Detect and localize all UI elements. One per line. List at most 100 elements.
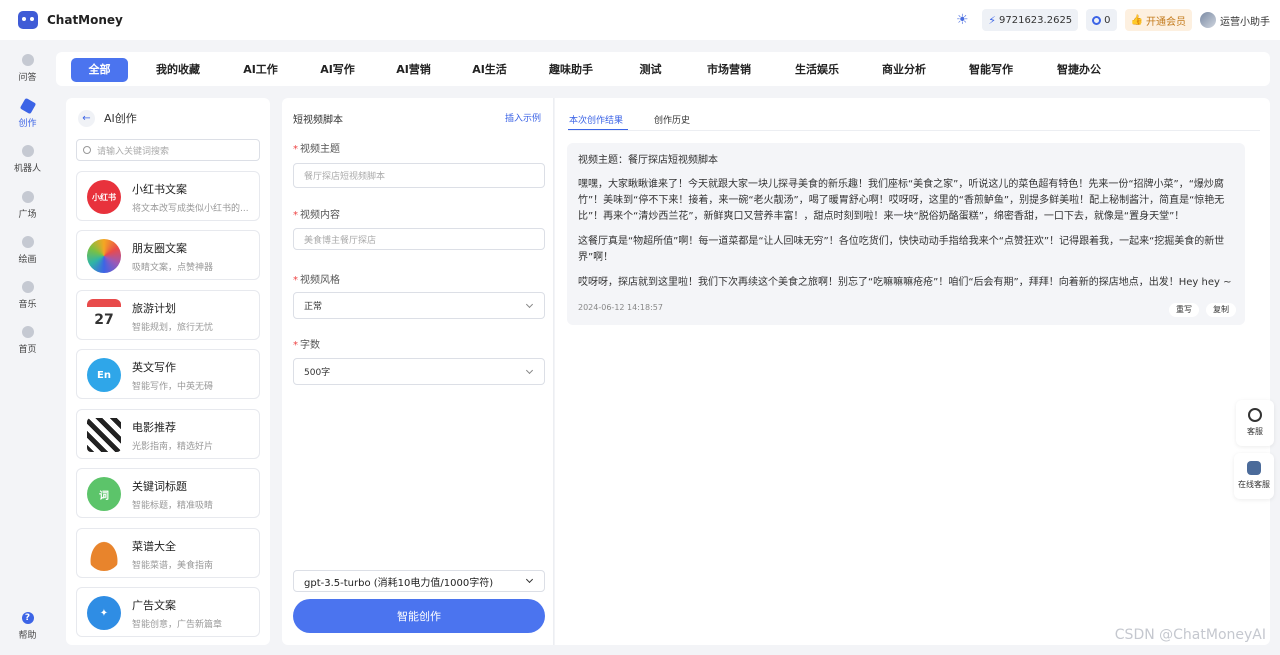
nav-label: 音乐 <box>18 300 37 310</box>
style-select[interactable]: 正常 <box>293 292 545 319</box>
theme-toggle-icon[interactable]: ☀ <box>950 9 974 31</box>
tab-ai-marketing[interactable]: AI营销 <box>386 58 441 82</box>
nav-item-music[interactable]: 音乐 <box>0 281 55 310</box>
card-travel[interactable]: 27 旅游计划 智能规划，旅行无忧 <box>76 290 260 340</box>
card-desc: 智能写作，中英无碍 <box>132 382 214 392</box>
search-input[interactable]: 请输入关键词搜索 <box>76 139 260 161</box>
bolt-icon: ⚡ <box>988 13 996 27</box>
result-card: 视频主题：餐厅探店短视频脚本 嘿嘿，大家瞅瞅谁来了！今天就跟大家一块儿探寻美食的… <box>567 143 1245 325</box>
active-tab-indicator <box>568 129 628 130</box>
result-topic: 视频主题：餐厅探店短视频脚本 <box>578 155 718 166</box>
count-chip[interactable]: 0 <box>1086 9 1117 31</box>
card-moments[interactable]: 朋友圈文案 吸睛文案，点赞神器 <box>76 230 260 280</box>
search-placeholder: 请输入关键词搜索 <box>97 146 170 157</box>
result-paragraph: 嘿嘿，大家瞅瞅谁来了！今天就跟大家一块儿探寻美食的新乐趣！我们座标“美食之家”，… <box>578 179 1225 222</box>
user-name: 运营小助手 <box>1220 16 1270 28</box>
app-logo[interactable]: ChatMoney <box>18 11 123 29</box>
rewrite-button[interactable]: 重写 <box>1169 303 1199 317</box>
card-desc: 吸睛文案，点赞神器 <box>132 263 214 273</box>
chevron-down-icon <box>525 366 534 375</box>
online-service-label: 在线客服 <box>1238 480 1270 489</box>
card-movie[interactable]: 电影推荐 光影指南，精选好片 <box>76 409 260 459</box>
card-title: 菜谱大全 <box>132 540 176 553</box>
field-label-topic: * 视频主题 <box>293 144 340 155</box>
tab-ai-writing[interactable]: AI写作 <box>310 58 365 82</box>
chat-icon <box>21 54 34 66</box>
tab-all[interactable]: 全部 <box>71 58 128 82</box>
tab-business[interactable]: 商业分析 <box>874 58 934 82</box>
tab-history[interactable]: 创作历史 <box>654 113 690 126</box>
en-icon: En <box>87 358 121 392</box>
service-widget[interactable]: 客服 <box>1236 400 1274 446</box>
nav-label: 问答 <box>18 73 37 83</box>
camera-aperture-icon <box>87 239 121 273</box>
card-recipe[interactable]: 菜谱大全 智能菜谱，美食指南 <box>76 528 260 578</box>
headset-icon <box>1248 408 1262 422</box>
xiaohongshu-icon: 小红书 <box>87 180 121 214</box>
result-paragraph: 哎呀呀，探店就到这里啦！我们下次再续这个美食之旅啊！别忘了“吃嘛嘛嘛疮疮”！咱们… <box>578 277 1232 288</box>
card-xiaohongshu[interactable]: 小红书 小红书文案 将文本改写成类似小红书的... <box>76 171 260 221</box>
tab-ai-life[interactable]: AI生活 <box>462 58 517 82</box>
card-title: 小红书文案 <box>132 183 187 196</box>
card-ad-copy[interactable]: ✦ 广告文案 智能创意，广告新篇章 <box>76 587 260 637</box>
logo-icon <box>18 11 38 29</box>
select-value: 正常 <box>304 302 323 312</box>
label-text: 视频风格 <box>300 275 340 286</box>
model-select[interactable]: gpt-3.5-turbo (消耗10电力值/1000字符) <box>293 570 545 592</box>
count-value: 0 <box>1104 14 1111 26</box>
search-icon <box>83 146 91 154</box>
tab-market[interactable]: 市场营销 <box>699 58 759 82</box>
tab-smart-writing[interactable]: 智能写作 <box>961 58 1021 82</box>
panel-title: AI创作 <box>104 112 137 125</box>
nav-item-qa[interactable]: 问答 <box>0 54 55 83</box>
nav-label: 创作 <box>18 119 37 129</box>
tab-favorites[interactable]: 我的收藏 <box>148 58 208 82</box>
tab-current-result[interactable]: 本次创作结果 <box>569 113 623 126</box>
copy-button[interactable]: 复制 <box>1206 303 1236 317</box>
home-icon <box>21 326 34 338</box>
chevron-down-icon <box>525 300 534 309</box>
tab-fun-helper[interactable]: 趣味助手 <box>541 58 601 82</box>
tab-office[interactable]: 智捷办公 <box>1049 58 1109 82</box>
calendar-icon: 27 <box>87 299 121 333</box>
keyword-icon: 词 <box>87 477 121 511</box>
label-text: 视频内容 <box>300 210 340 221</box>
card-english[interactable]: En 英文写作 智能写作，中英无碍 <box>76 349 260 399</box>
label-text: 字数 <box>300 340 320 351</box>
left-nav: 问答 创作 机器人 广场 绘画 音乐 首页 ? 帮助 <box>0 40 55 655</box>
card-title: 电影推荐 <box>132 421 176 434</box>
card-desc: 智能规划，旅行无忧 <box>132 323 214 333</box>
nav-item-square[interactable]: 广场 <box>0 191 55 220</box>
content-textarea[interactable]: 美食博主餐厅探店 <box>293 228 545 250</box>
card-desc: 智能菜谱，美食指南 <box>132 561 214 571</box>
nav-label: 首页 <box>18 345 37 355</box>
card-keyword-title[interactable]: 词 关键词标题 智能标题，精准吸睛 <box>76 468 260 518</box>
robot-icon <box>1247 461 1261 475</box>
palette-icon <box>21 236 34 248</box>
lightbulb-icon: ✦ <box>87 596 121 630</box>
tab-ai-work[interactable]: AI工作 <box>233 58 288 82</box>
tab-entertainment[interactable]: 生活娱乐 <box>787 58 847 82</box>
wordcount-select[interactable]: 500字 <box>293 358 545 385</box>
card-desc: 光影指南，精选好片 <box>132 442 214 452</box>
user-menu[interactable]: 运营小助手 <box>1200 12 1270 28</box>
field-label-style: * 视频风格 <box>293 275 340 286</box>
category-panel: ← AI创作 请输入关键词搜索 小红书 小红书文案 将文本改写成类似小红书的..… <box>66 98 270 645</box>
nav-item-home[interactable]: 首页 <box>0 326 55 355</box>
back-arrow-icon[interactable]: ← <box>78 109 95 127</box>
service-label: 客服 <box>1247 427 1263 436</box>
nav-label: 广场 <box>18 210 37 220</box>
nav-item-draw[interactable]: 绘画 <box>0 236 55 265</box>
card-desc: 将文本改写成类似小红书的... <box>132 204 249 214</box>
submit-button[interactable]: 智能创作 <box>293 599 545 633</box>
vip-button[interactable]: 👍 开通会员 <box>1124 9 1192 31</box>
balance-chip[interactable]: ⚡ 9721623.2625 <box>982 9 1079 31</box>
topic-input[interactable]: 餐厅探店短视频脚本 <box>293 163 545 188</box>
nav-item-create[interactable]: 创作 <box>0 97 55 129</box>
nav-item-robot[interactable]: 机器人 <box>0 145 55 174</box>
nav-item-help[interactable]: ? 帮助 <box>0 612 55 641</box>
insert-example-link[interactable]: 插入示例 <box>505 111 541 124</box>
online-service-widget[interactable]: 在线客服 <box>1234 453 1274 499</box>
tab-test[interactable]: 测试 <box>628 58 673 82</box>
clapperboard-icon <box>87 418 121 452</box>
